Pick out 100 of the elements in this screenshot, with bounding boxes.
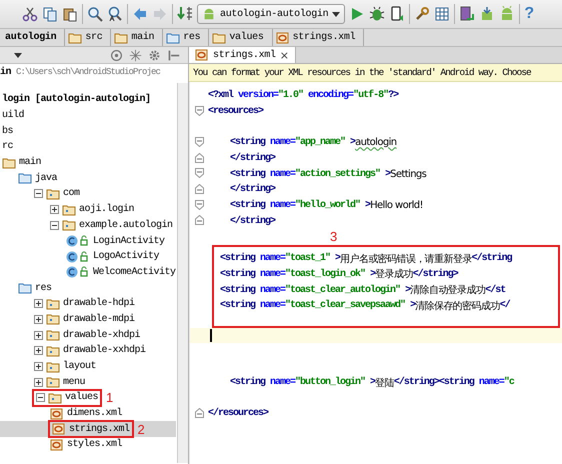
- tree-item[interactable]: LogoActivity: [93, 251, 160, 262]
- tree-item[interactable]: layout: [63, 361, 96, 372]
- tree-item[interactable]: com: [63, 188, 80, 200]
- package-folder-icon: [46, 329, 60, 342]
- package-folder-icon: [46, 344, 60, 357]
- code-line: <?xml version="1.0" encoding="utf-8"?>: [208, 90, 398, 102]
- tree-item[interactable]: styles.xml: [67, 439, 122, 450]
- tree-item[interactable]: java: [35, 172, 58, 184]
- tree-item[interactable]: login [autologin-autologin]: [2, 94, 151, 106]
- copy-icon[interactable]: [42, 6, 58, 22]
- code-line: <resources>: [208, 106, 264, 118]
- scrollbar[interactable]: [177, 83, 188, 463]
- collapse-toggle-icon[interactable]: [50, 220, 59, 230]
- code-line: <string name="toast_login_ok" >登录成功</string>: [220, 268, 458, 282]
- wrench-icon[interactable]: [414, 6, 430, 22]
- paste-icon[interactable]: [62, 6, 78, 22]
- code-line: </resources>: [208, 408, 268, 420]
- scissors-icon[interactable]: [22, 6, 38, 22]
- collapse-toggle-icon[interactable]: [36, 393, 45, 402]
- grid-icon[interactable]: [434, 6, 450, 22]
- tree-item[interactable]: drawable-hdpi: [63, 298, 135, 310]
- tree-item[interactable]: main: [19, 157, 42, 168]
- tree-item[interactable]: drawable-xhdpi: [63, 330, 140, 341]
- package-folder-icon: [46, 188, 60, 200]
- breadcrumb[interactable]: src: [65, 29, 112, 46]
- code-line: <string name="button_login" >登陆</string><string name="c: [229, 376, 514, 390]
- settings-icon[interactable]: [148, 48, 161, 62]
- breadcrumb[interactable]: values: [209, 29, 273, 46]
- package-folder-icon: [46, 360, 60, 373]
- code-line: </string>: [229, 184, 276, 196]
- tree-item[interactable]: strings.xml: [69, 424, 130, 435]
- tree-item[interactable]: LoginActivity: [93, 236, 165, 247]
- fold-icon[interactable]: [194, 200, 204, 210]
- expand-toggle-icon[interactable]: [34, 314, 43, 324]
- breadcrumb[interactable]: res: [163, 29, 210, 46]
- phone-icon[interactable]: [389, 6, 406, 22]
- device-manager-icon[interactable]: [459, 6, 476, 22]
- tree-item[interactable]: bs: [2, 126, 14, 137]
- tree-item[interactable]: menu: [63, 376, 86, 388]
- tree-item[interactable]: WelcomeActivity: [93, 266, 176, 278]
- android-icon: [202, 7, 216, 21]
- project-path: C:\Users\sch\AndroidStudioProjec: [16, 67, 160, 77]
- fold-icon[interactable]: [194, 152, 204, 163]
- code-line: <string name="toast_clear_savepsaawd" >清除保存的密码成功</: [220, 298, 510, 313]
- class-icon: [66, 235, 90, 248]
- editor-tab[interactable]: strings.xml ×: [189, 47, 296, 63]
- target-icon[interactable]: [110, 48, 123, 62]
- tree-item[interactable]: example.autologin: [79, 220, 173, 231]
- xml-file-icon: [50, 438, 64, 451]
- close-tab-button[interactable]: ×: [280, 48, 289, 62]
- tree-item[interactable]: values: [65, 392, 98, 404]
- package-folder-icon: [48, 392, 62, 404]
- tree-item[interactable]: drawable-mdpi: [63, 314, 135, 325]
- breadcrumb[interactable]: main: [111, 29, 164, 46]
- folder-icon: [18, 282, 32, 294]
- tree-item[interactable]: drawable-xxhdpi: [63, 345, 146, 356]
- folder-icon: [68, 32, 82, 44]
- dropdown-caret-icon[interactable]: [14, 52, 22, 58]
- bug-icon[interactable]: [369, 6, 386, 22]
- expand-toggle-icon[interactable]: [34, 362, 43, 372]
- fold-icon[interactable]: [194, 408, 204, 418]
- expand-toggle-icon[interactable]: [34, 330, 43, 340]
- expand-toggle-icon[interactable]: [34, 299, 43, 308]
- expand-toggle-icon[interactable]: [34, 346, 43, 356]
- breadcrumb[interactable]: strings.xml: [272, 29, 364, 46]
- tree-item[interactable]: aoji.login: [79, 204, 134, 216]
- collapse-icon[interactable]: [129, 48, 142, 62]
- code-line: <string name="action_settings" >Settings: [229, 168, 426, 180]
- expand-toggle-icon[interactable]: [34, 378, 43, 387]
- package-folder-icon: [46, 298, 60, 310]
- code-line: </string>: [229, 153, 276, 164]
- fold-icon[interactable]: [194, 106, 204, 116]
- run-config-dropdown[interactable]: autologin-autologin: [197, 4, 346, 24]
- package-folder-icon: [46, 376, 60, 388]
- expand-toggle-icon[interactable]: [50, 205, 59, 214]
- folder-icon: [212, 32, 226, 44]
- code-line: </string>: [229, 216, 276, 227]
- collapse-toggle-icon[interactable]: [34, 189, 43, 198]
- folder-icon: [166, 32, 180, 44]
- folder-icon: [2, 156, 16, 169]
- tree-item[interactable]: uild: [2, 110, 24, 122]
- folder-icon: [18, 172, 32, 184]
- pin-icon[interactable]: [167, 48, 180, 62]
- tree-item[interactable]: res: [35, 282, 52, 294]
- tree-item[interactable]: dimens.xml: [67, 408, 122, 420]
- search-icon[interactable]: [87, 6, 103, 22]
- back-arrow-icon[interactable]: [132, 6, 148, 22]
- build-arrows-icon[interactable]: [177, 6, 193, 22]
- search-replace-icon[interactable]: [107, 6, 123, 22]
- fold-icon[interactable]: [194, 184, 204, 194]
- annotation-number: 1: [106, 390, 113, 406]
- tree-item[interactable]: rc: [2, 141, 14, 152]
- fold-icon[interactable]: [194, 215, 204, 226]
- fold-icon[interactable]: [194, 136, 204, 147]
- code-line: <string name="app_name" >autologin: [229, 137, 397, 148]
- format-notice: You can format your XML resources in the 'standard' Android way. Choose: [189, 64, 562, 82]
- fold-icon[interactable]: [194, 168, 204, 178]
- breadcrumb[interactable]: autologin: [2, 29, 66, 46]
- class-icon: [66, 250, 90, 263]
- help-button[interactable]: ?: [524, 5, 534, 23]
